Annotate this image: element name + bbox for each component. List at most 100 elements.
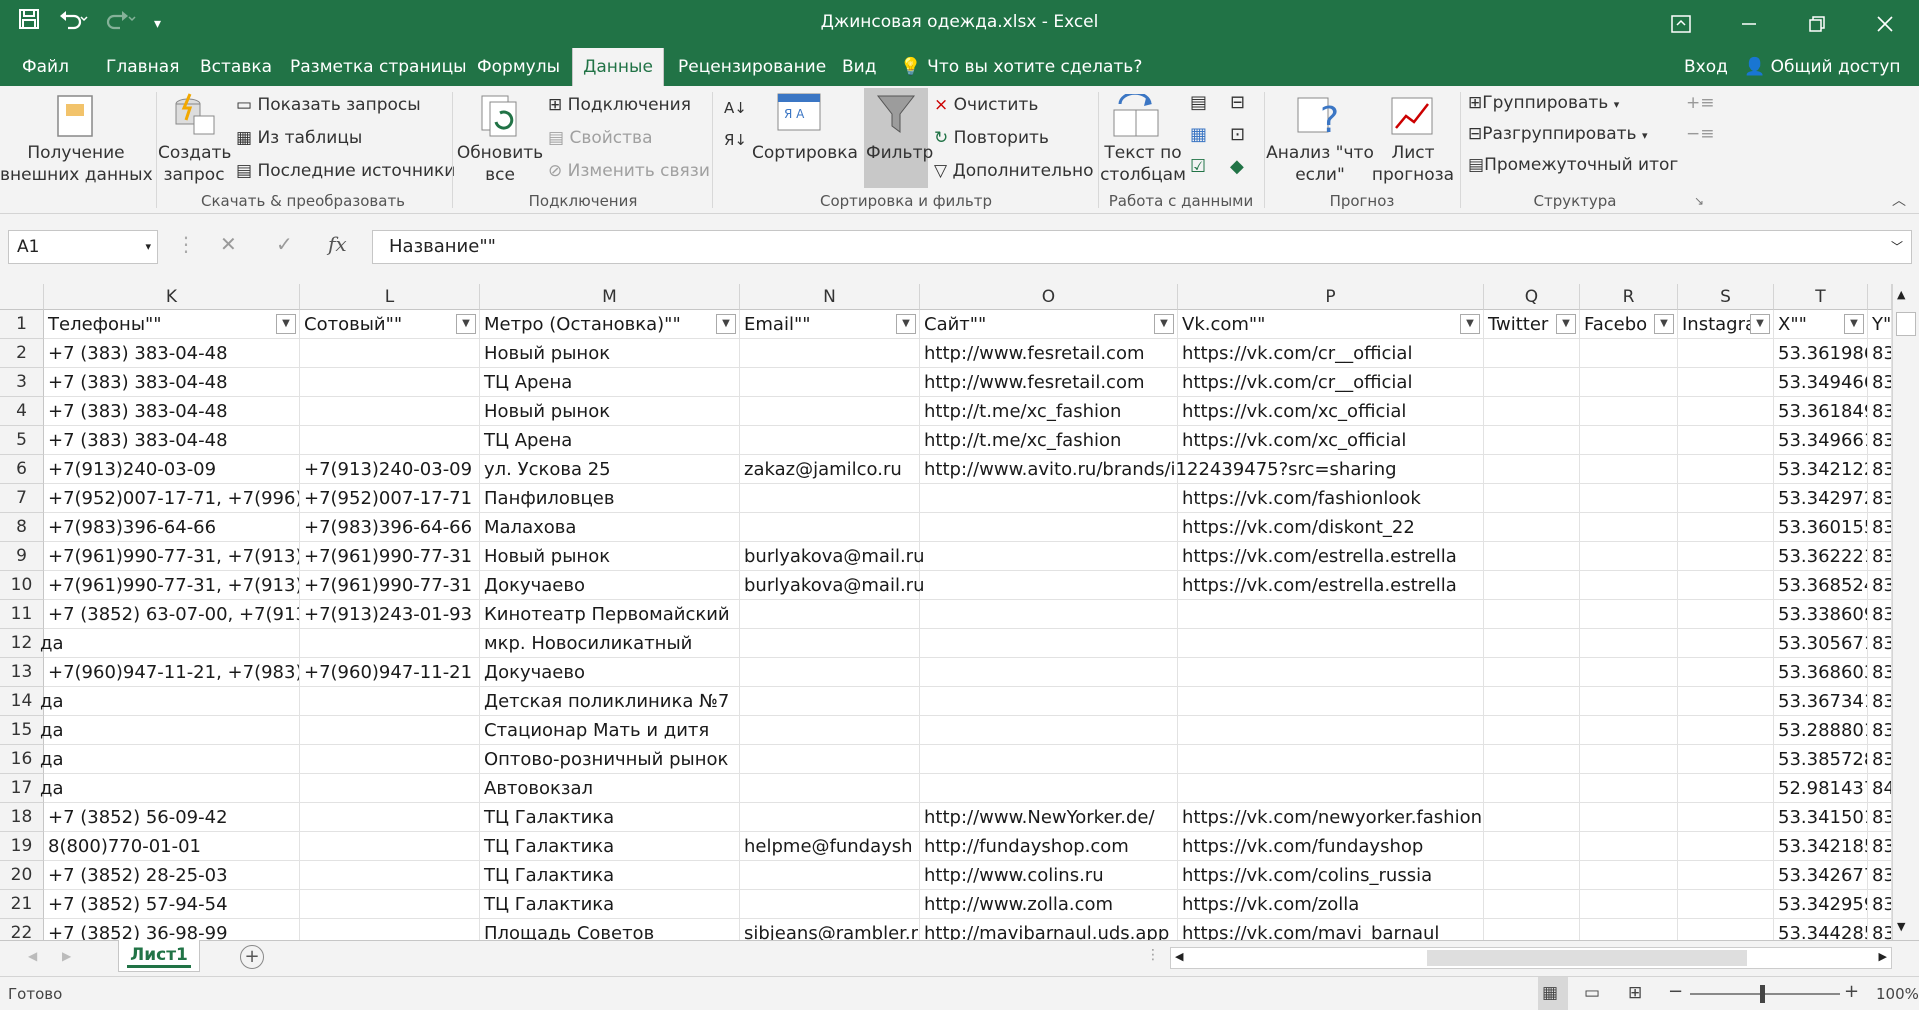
cell[interactable]: http://www.fesretail.com xyxy=(920,368,1178,397)
cell[interactable]: ТЦ Галактика xyxy=(480,890,740,919)
cell[interactable]: 53.338609 xyxy=(1774,600,1868,629)
cell[interactable]: +7(961)990-77-31 xyxy=(300,571,480,600)
cell[interactable] xyxy=(1484,600,1580,629)
cell[interactable]: http://t.me/xc_fashion xyxy=(920,397,1178,426)
column-header-n[interactable]: N xyxy=(740,284,920,310)
data-model-icon[interactable]: ◆ xyxy=(1230,156,1244,178)
cell[interactable]: https://vk.com/cr__official xyxy=(1178,368,1484,397)
cell[interactable]: +7 (3852) 57-94-54 xyxy=(44,890,300,919)
remove-duplicates-icon[interactable]: ▦ xyxy=(1190,124,1207,146)
cell[interactable] xyxy=(1178,745,1484,774)
row-header[interactable]: 9 xyxy=(0,542,44,571)
row-header[interactable]: 12 xyxy=(0,629,44,658)
cell[interactable] xyxy=(740,397,920,426)
cell[interactable] xyxy=(1580,455,1678,484)
sheet-tab-active[interactable]: Лист1 xyxy=(118,940,200,972)
cell[interactable] xyxy=(300,716,480,745)
cell[interactable] xyxy=(1678,484,1774,513)
cell[interactable]: 53.360155 xyxy=(1774,513,1868,542)
close-icon[interactable] xyxy=(1851,0,1919,48)
cell[interactable] xyxy=(1678,832,1774,861)
cell[interactable] xyxy=(1484,861,1580,890)
row-header[interactable]: 7 xyxy=(0,484,44,513)
cell[interactable]: +7 (3852) 63-07-00, +7(913)2 xyxy=(44,600,300,629)
cell[interactable]: +7(913)240-03-09 xyxy=(44,455,300,484)
filter-dropdown-icon[interactable]: ▼ xyxy=(1556,314,1576,334)
cell[interactable]: +7(961)990-77-31, +7(913)2 xyxy=(44,571,300,600)
cell[interactable]: http://www.colins.ru xyxy=(920,861,1178,890)
filter-dropdown-icon[interactable]: ▼ xyxy=(716,314,736,334)
header-cell[interactable]: Twitter ▼ xyxy=(1484,310,1580,339)
cell[interactable] xyxy=(1484,774,1580,803)
dialog-launcher-icon[interactable]: ↘ xyxy=(1694,190,1704,212)
cell[interactable] xyxy=(1678,687,1774,716)
cell[interactable] xyxy=(1484,455,1580,484)
cell[interactable] xyxy=(1580,658,1678,687)
cell[interactable] xyxy=(1580,397,1678,426)
worksheet-grid[interactable]: K L M N O P Q R S T 1 Телефоны"" ▼ Сотовый"" ▼ Метро (О… xyxy=(0,284,1919,940)
new-query-button[interactable]: Создать запрос xyxy=(158,142,231,186)
header-cell[interactable]: Телефоны"" ▼ xyxy=(44,310,300,339)
row-header[interactable]: 4 xyxy=(0,397,44,426)
cell[interactable]: +7(960)947-11-21 xyxy=(300,658,480,687)
cell[interactable]: мкр. Новосиликатный xyxy=(480,629,740,658)
cell[interactable] xyxy=(300,832,480,861)
cell[interactable] xyxy=(1484,397,1580,426)
scroll-up-icon[interactable]: ▲ xyxy=(1897,288,1905,301)
cell[interactable]: https://vk.com/xc_official xyxy=(1178,397,1484,426)
cell[interactable]: http://www.fesretail.com xyxy=(920,339,1178,368)
cell[interactable]: 83 xyxy=(1868,629,1892,658)
cell[interactable]: 53.362221 xyxy=(1774,542,1868,571)
cell[interactable] xyxy=(920,629,1178,658)
cell[interactable]: ТЦ Арена xyxy=(480,426,740,455)
cell[interactable] xyxy=(1678,861,1774,890)
header-cell[interactable]: Instagra ▼ xyxy=(1678,310,1774,339)
cell[interactable] xyxy=(300,687,480,716)
cell[interactable]: +7(983)396-64-66 xyxy=(44,513,300,542)
next-sheet-icon[interactable]: ▶ xyxy=(62,949,71,963)
scroll-left-icon[interactable]: ◀ xyxy=(1175,950,1183,963)
cell[interactable]: +7 (3852) 56-09-42 xyxy=(44,803,300,832)
cell[interactable]: Докучаево xyxy=(480,658,740,687)
cell[interactable] xyxy=(1484,571,1580,600)
column-header-t[interactable]: T xyxy=(1774,284,1868,310)
cell[interactable]: 83 xyxy=(1868,919,1892,940)
cell[interactable] xyxy=(300,890,480,919)
cell[interactable] xyxy=(920,745,1178,774)
cell[interactable]: sibjeans@rambler.r xyxy=(740,919,920,940)
name-box[interactable]: A1 ▾ xyxy=(8,230,158,264)
header-cell[interactable]: Facebo ▼ xyxy=(1580,310,1678,339)
cell[interactable]: да xyxy=(40,745,300,774)
cell[interactable] xyxy=(1580,571,1678,600)
cell[interactable]: 53.361986 xyxy=(1774,339,1868,368)
cell[interactable] xyxy=(1580,716,1678,745)
cell[interactable] xyxy=(300,919,480,940)
text-to-columns-button[interactable]: Текст по столбцам xyxy=(1100,142,1186,186)
cell[interactable] xyxy=(1484,542,1580,571)
header-cell[interactable]: Сайт"" ▼ xyxy=(920,310,1178,339)
cell[interactable]: 52.981437 xyxy=(1774,774,1868,803)
cell[interactable] xyxy=(1580,513,1678,542)
cell[interactable] xyxy=(1580,368,1678,397)
cell[interactable]: да xyxy=(40,687,300,716)
cell[interactable]: 83 xyxy=(1868,484,1892,513)
cell[interactable] xyxy=(1580,339,1678,368)
cell[interactable]: 83 xyxy=(1868,571,1892,600)
cell[interactable]: http://www.avito.ru/brands/i122439475?sr… xyxy=(920,455,1397,484)
cell[interactable]: +7(960)947-11-21, +7(983)5 xyxy=(44,658,300,687)
page-break-view-icon[interactable]: ⊞ xyxy=(1628,983,1642,1003)
cell[interactable] xyxy=(1678,890,1774,919)
cell[interactable]: https://vk.com/fundayshop xyxy=(1178,832,1484,861)
what-if-analysis-button[interactable]: Анализ "что если" xyxy=(1266,142,1374,186)
cell[interactable]: zakaz@jamilco.ru xyxy=(740,455,920,484)
cell[interactable] xyxy=(920,542,1178,571)
cell[interactable]: Кинотеатр Первомайский xyxy=(480,600,740,629)
header-cell[interactable]: Сотовый"" ▼ xyxy=(300,310,480,339)
cell[interactable] xyxy=(920,774,1178,803)
cell[interactable]: 53.342185 xyxy=(1774,832,1868,861)
cell[interactable]: 83 xyxy=(1868,513,1892,542)
cell[interactable]: Панфиловцев xyxy=(480,484,740,513)
row-header[interactable]: 8 xyxy=(0,513,44,542)
row-header[interactable]: 19 xyxy=(0,832,44,861)
cell[interactable]: +7 (383) 383-04-48 xyxy=(44,339,300,368)
